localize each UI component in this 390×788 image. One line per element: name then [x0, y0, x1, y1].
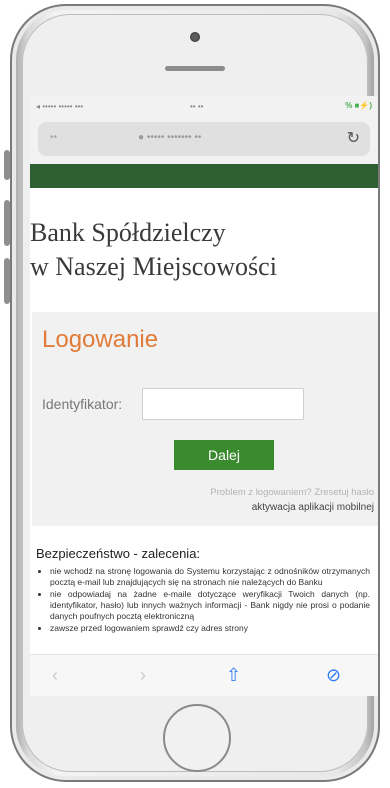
- bank-name-line-1: Bank Spółdzielczy: [30, 218, 226, 247]
- next-button[interactable]: Dalej: [174, 440, 274, 470]
- reload-icon[interactable]: ↻: [347, 128, 360, 148]
- login-title: Logowanie: [42, 326, 159, 353]
- clock: •• ••: [190, 102, 204, 111]
- carrier-signal: ◂ ••••• ••••• •••: [36, 102, 84, 111]
- list-item: nie odpowiadaj na żadne e-maile dotycząc…: [50, 589, 370, 622]
- phone-screen: ◂ ••••• ••••• ••• •• •• % ■⚡) •• ● •••••…: [30, 96, 378, 696]
- earpiece-speaker: [165, 66, 225, 71]
- reset-password-link[interactable]: Problem z logowaniem? Zresetuj hasło: [210, 487, 374, 498]
- site-header-bar: [30, 164, 378, 188]
- home-button[interactable]: [163, 704, 231, 772]
- mobile-activation-link[interactable]: aktywacja aplikacji mobilnej: [252, 502, 374, 513]
- address-left-text: ••: [50, 132, 58, 143]
- browser-toolbar: ‹ › ⇧ ⊘: [30, 654, 378, 696]
- status-bar: ◂ ••••• ••••• ••• •• •• % ■⚡): [30, 96, 378, 116]
- forward-icon[interactable]: ›: [140, 665, 146, 686]
- list-item: zawsze przed logowaniem sprawdź czy adre…: [50, 623, 370, 634]
- volume-up-button: [4, 200, 10, 246]
- security-section: Bezpieczeństwo - zalecenia: nie wchodź n…: [36, 546, 370, 635]
- login-panel: Logowanie Identyfikator: Dalej Problem z…: [32, 312, 378, 526]
- bank-name: Bank Spółdzielczy w Naszej Miejscowości: [30, 216, 378, 284]
- compass-icon[interactable]: ⊘: [326, 665, 341, 686]
- share-icon[interactable]: ⇧: [226, 665, 241, 686]
- battery-icon: % ■⚡): [345, 101, 372, 110]
- address-url[interactable]: ● ••••• ••••••• ••: [138, 132, 201, 143]
- bank-name-line-2: w Naszej Miejscowości: [30, 252, 277, 281]
- mute-switch: [4, 150, 10, 180]
- identifier-label: Identyfikator:: [42, 396, 123, 412]
- address-bar[interactable]: •• ● ••••• ••••••• •• ↻: [38, 122, 370, 156]
- list-item: nie wchodź na stronę logowania do System…: [50, 566, 370, 588]
- identifier-input[interactable]: [142, 388, 304, 420]
- browser-header: •• ● ••••• ••••••• •• ↻: [30, 116, 378, 164]
- volume-down-button: [4, 258, 10, 304]
- security-list: nie wchodź na stronę logowania do System…: [36, 566, 370, 634]
- security-title: Bezpieczeństwo - zalecenia:: [36, 546, 201, 561]
- back-icon[interactable]: ‹: [52, 665, 58, 686]
- front-camera: [190, 32, 200, 42]
